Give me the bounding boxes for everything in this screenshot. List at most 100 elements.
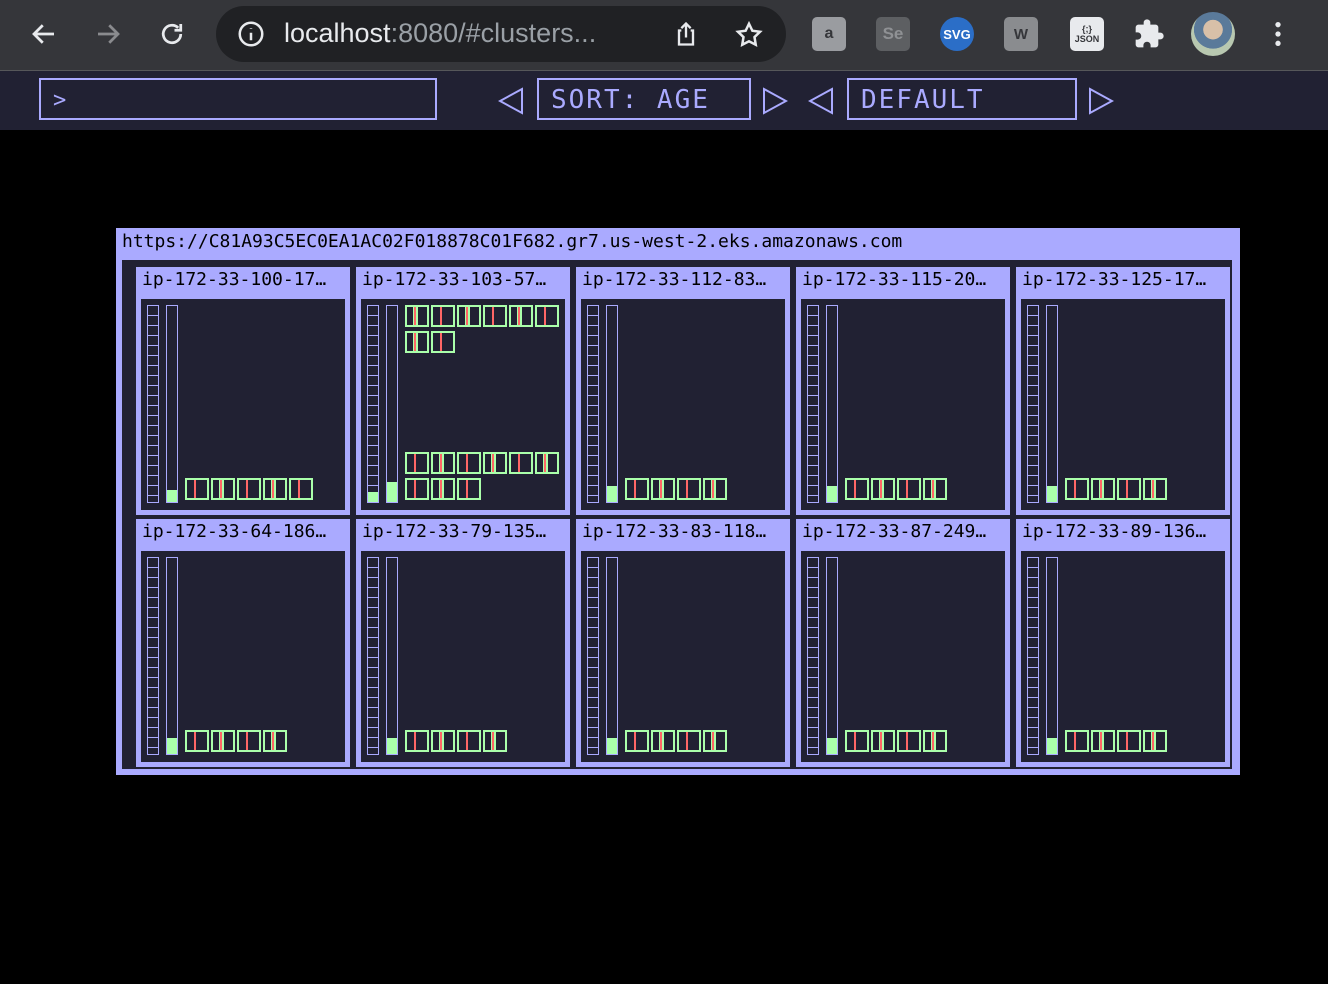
pod-box[interactable] [1091, 730, 1115, 752]
pod-box[interactable] [1117, 730, 1141, 752]
pod-box[interactable] [1143, 730, 1167, 752]
node-body [581, 551, 785, 762]
forward-arrow-icon[interactable] [86, 12, 130, 56]
address-bar[interactable]: localhost:8080/#clusters... [216, 6, 786, 62]
extension-svg-icon[interactable]: SVG [940, 17, 974, 51]
extension-json-icon[interactable]: {;} JSON [1070, 17, 1104, 51]
profile-avatar[interactable] [1191, 12, 1235, 56]
pod-box[interactable] [845, 730, 869, 752]
pod-box[interactable] [457, 452, 481, 474]
sort-selector[interactable]: SORT: AGE [537, 78, 751, 120]
pod-box[interactable] [405, 730, 429, 752]
browser-chrome: localhost:8080/#clusters... a Se SVG W {… [0, 0, 1328, 71]
pod-box[interactable] [457, 305, 481, 327]
pod-box[interactable] [535, 452, 559, 474]
pod-box[interactable] [1091, 478, 1115, 500]
pod-box[interactable] [871, 478, 895, 500]
memory-usage-bar [166, 557, 178, 755]
cpu-usage-bar [367, 305, 379, 503]
back-arrow-icon[interactable] [22, 12, 66, 56]
pod-box[interactable] [483, 730, 507, 752]
pod-box[interactable] [1065, 730, 1089, 752]
cpu-usage-bar [807, 305, 819, 503]
pod-box[interactable] [263, 730, 287, 752]
command-input[interactable]: > [39, 78, 437, 120]
pod-box[interactable] [211, 478, 235, 500]
browser-menu-icon[interactable] [1262, 18, 1294, 50]
pod-box[interactable] [923, 478, 947, 500]
pod-box[interactable] [897, 730, 921, 752]
extension-selenium-icon[interactable]: Se [876, 17, 910, 51]
pod-box[interactable] [405, 452, 429, 474]
pod-box[interactable] [509, 305, 533, 327]
pod-box[interactable] [1143, 478, 1167, 500]
node-tile[interactable]: ip-172-33-83-118… [576, 519, 790, 767]
pod-box[interactable] [431, 478, 455, 500]
node-tile[interactable]: ip-172-33-103-57… [356, 267, 570, 515]
pod-box[interactable] [651, 730, 675, 752]
node-name: ip-172-33-83-118… [582, 521, 767, 542]
sort-prev-arrow-icon[interactable] [497, 87, 524, 115]
pod-box[interactable] [1117, 478, 1141, 500]
cluster-panel[interactable]: https://C81A93C5EC0EA1AC02F018878C01F682… [116, 228, 1240, 775]
reload-icon[interactable] [150, 12, 194, 56]
pod-box[interactable] [625, 478, 649, 500]
pod-box[interactable] [457, 730, 481, 752]
pod-box[interactable] [289, 478, 313, 500]
pod-box[interactable] [185, 478, 209, 500]
pod-box[interactable] [431, 305, 455, 327]
pod-box[interactable] [677, 730, 701, 752]
node-tile[interactable]: ip-172-33-64-186… [136, 519, 350, 767]
pod-box[interactable] [535, 305, 559, 327]
node-name: ip-172-33-103-57… [362, 269, 547, 290]
pod-box[interactable] [625, 730, 649, 752]
node-name: ip-172-33-100-17… [142, 269, 327, 290]
bookmark-star-icon[interactable] [734, 20, 764, 50]
pod-box[interactable] [237, 730, 261, 752]
pod-box[interactable] [923, 730, 947, 752]
pod-box[interactable] [483, 452, 507, 474]
node-tile[interactable]: ip-172-33-112-83… [576, 267, 790, 515]
pod-box[interactable] [405, 305, 429, 327]
pod-box[interactable] [897, 478, 921, 500]
pod-box[interactable] [211, 730, 235, 752]
theme-next-arrow-icon[interactable] [1088, 87, 1115, 115]
pod-box[interactable] [237, 478, 261, 500]
theme-prev-arrow-icon[interactable] [807, 87, 834, 115]
pod-box[interactable] [703, 478, 727, 500]
pod-box[interactable] [185, 730, 209, 752]
node-tile[interactable]: ip-172-33-89-136… [1016, 519, 1230, 767]
sort-next-arrow-icon[interactable] [762, 87, 789, 115]
pod-box[interactable] [431, 331, 455, 353]
cpu-usage-bar [367, 557, 379, 755]
node-tile[interactable]: ip-172-33-115-20… [796, 267, 1010, 515]
pod-box[interactable] [483, 305, 507, 327]
node-name: ip-172-33-89-136… [1022, 521, 1207, 542]
pod-box[interactable] [405, 478, 429, 500]
pod-box[interactable] [871, 730, 895, 752]
pod-box[interactable] [431, 730, 455, 752]
extension-wa-icon[interactable]: W [1004, 17, 1038, 51]
extension-a-icon[interactable]: a [812, 17, 846, 51]
pod-box[interactable] [651, 478, 675, 500]
site-info-icon[interactable] [236, 19, 266, 49]
node-body [801, 299, 1005, 510]
node-tile[interactable]: ip-172-33-87-249… [796, 519, 1010, 767]
extensions-puzzle-icon[interactable] [1132, 17, 1166, 51]
pod-box[interactable] [405, 331, 429, 353]
pod-box[interactable] [457, 478, 481, 500]
node-tile[interactable]: ip-172-33-79-135… [356, 519, 570, 767]
node-name: ip-172-33-79-135… [362, 521, 547, 542]
pod-box[interactable] [509, 452, 533, 474]
pod-box[interactable] [263, 478, 287, 500]
share-icon[interactable] [672, 20, 700, 48]
node-tile[interactable]: ip-172-33-125-17… [1016, 267, 1230, 515]
pod-box[interactable] [845, 478, 869, 500]
pod-box[interactable] [703, 730, 727, 752]
address-bar-url[interactable]: localhost:8080/#clusters... [284, 18, 596, 49]
node-tile[interactable]: ip-172-33-100-17… [136, 267, 350, 515]
pod-box[interactable] [431, 452, 455, 474]
pod-box[interactable] [1065, 478, 1089, 500]
theme-selector[interactable]: DEFAULT [847, 78, 1077, 120]
pod-box[interactable] [677, 478, 701, 500]
